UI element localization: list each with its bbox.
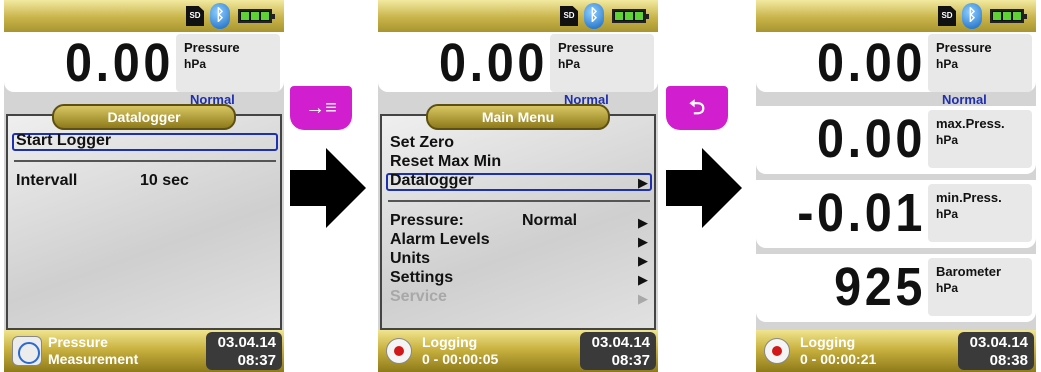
record-icon <box>764 338 790 364</box>
submenu-arrow-icon: ▶ <box>638 234 648 249</box>
device-screen-main-menu: SD ᛒ 0.00 Pressure hPa Normal Main Menu … <box>378 0 658 372</box>
quantity-label: Barometer <box>936 264 1002 279</box>
min-pressure-reading: -0.01 min.Press. hPa <box>756 180 1036 248</box>
time-label: 08:38 <box>989 352 1028 369</box>
device-screen-datalogger: SD ᛒ 0.00 Pressure hPa Normal Datalogger… <box>4 0 284 372</box>
interval-value[interactable]: 10 sec <box>140 172 189 190</box>
bluetooth-icon: ᛒ <box>962 3 982 29</box>
unit-box: Barometer hPa <box>928 258 1032 316</box>
footer-line1: Pressure <box>48 334 108 350</box>
time-label: 08:37 <box>611 352 650 369</box>
back-key[interactable]: ⮌ <box>666 86 728 130</box>
unit-box: Pressure hPa <box>550 34 654 92</box>
divider <box>388 200 650 202</box>
max-pressure-reading: 0.00 max.Press. hPa <box>756 106 1036 174</box>
menu-item-start-logger[interactable]: Start Logger <box>16 132 111 150</box>
unit-box: Pressure hPa <box>176 34 280 92</box>
quantity-label: Pressure <box>184 40 240 55</box>
unit-box: min.Press. hPa <box>928 184 1032 242</box>
time-label: 08:37 <box>237 352 276 369</box>
date-label: 03.04.14 <box>217 334 276 351</box>
menu-title: Datalogger <box>52 104 236 130</box>
unit-label: hPa <box>936 133 959 147</box>
pressure-value: 0.00 <box>65 33 174 93</box>
record-icon <box>386 338 412 364</box>
quantity-label: Pressure <box>936 40 992 55</box>
battery-icon <box>990 9 1027 23</box>
menu-title: Main Menu <box>426 104 610 130</box>
pressure-reading: 0.00 Pressure hPa <box>378 32 658 93</box>
datalogger-panel: Start Logger Intervall 10 sec <box>6 114 282 330</box>
unit-label: hPa <box>936 281 959 295</box>
sd-card-icon: SD <box>560 6 578 26</box>
menu-item-set-zero[interactable]: Set Zero <box>390 134 454 152</box>
submenu-arrow-icon: ▶ <box>638 291 648 306</box>
unit-box: Pressure hPa <box>928 34 1032 92</box>
bluetooth-icon: ᛒ <box>584 3 604 29</box>
min-pressure-value: -0.01 <box>797 183 926 243</box>
arrow-right-icon <box>666 148 746 228</box>
submenu-arrow-icon: ▶ <box>638 175 648 190</box>
enter-key[interactable]: →≡ <box>290 86 352 130</box>
date-label: 03.04.14 <box>969 334 1028 351</box>
pressure-reading: 0.00 Pressure hPa <box>4 32 284 93</box>
sd-card-icon: SD <box>186 6 204 26</box>
battery-icon <box>612 9 649 23</box>
battery-icon <box>238 9 275 23</box>
footer-line2: 0 - 00:00:05 <box>422 351 499 367</box>
unit-label: hPa <box>558 57 581 71</box>
status-bar: SD ᛒ <box>378 0 658 32</box>
footer-bar: Pressure Measurement 03.04.14 08:37 <box>4 330 284 372</box>
footer-bar: Logging 0 - 00:00:05 03.04.14 08:37 <box>378 330 658 372</box>
menu-item-pressure[interactable]: Pressure: <box>390 212 464 230</box>
status-bar: SD ᛒ <box>756 0 1036 32</box>
footer-line2: 0 - 00:00:21 <box>800 351 877 367</box>
arrow-right-icon <box>290 148 370 228</box>
main-menu-panel: Set Zero Reset Max Min Datalogger ▶ Pres… <box>380 114 656 330</box>
bluetooth-icon: ᛒ <box>210 3 230 29</box>
datetime-box: 03.04.14 08:37 <box>206 332 282 370</box>
pressure-value: 0.00 <box>439 33 548 93</box>
pressure-mode-value: Normal <box>522 212 578 229</box>
max-pressure-value: 0.00 <box>817 109 926 169</box>
menu-item-reset-max-min[interactable]: Reset Max Min <box>390 153 501 171</box>
sd-card-icon: SD <box>938 6 956 26</box>
datetime-box: 03.04.14 08:38 <box>958 332 1034 370</box>
interval-label: Intervall <box>16 172 78 189</box>
device-screen-readings: SD ᛒ 0.00 Pressure hPa Normal 0.00 max.P… <box>756 0 1036 372</box>
barometer-reading: 925 Barometer hPa <box>756 254 1036 322</box>
datetime-box: 03.04.14 08:37 <box>580 332 656 370</box>
footer-bar: Logging 0 - 00:00:21 03.04.14 08:38 <box>756 330 1036 372</box>
pressure-value: 0.00 <box>817 33 926 93</box>
menu-item-settings[interactable]: Settings <box>390 269 453 287</box>
submenu-arrow-icon: ▶ <box>638 215 648 230</box>
pressure-reading: 0.00 Pressure hPa <box>756 32 1036 93</box>
menu-item-service: Service <box>390 288 447 305</box>
unit-label: hPa <box>936 57 959 71</box>
submenu-arrow-icon: ▶ <box>638 253 648 268</box>
unit-box: max.Press. hPa <box>928 110 1032 168</box>
footer-line1: Logging <box>800 334 856 350</box>
unit-label: hPa <box>936 207 959 221</box>
quantity-label: min.Press. <box>936 190 1002 205</box>
footer-line1: Logging <box>422 334 478 350</box>
barometer-value: 925 <box>834 257 926 317</box>
menu-item-units[interactable]: Units <box>390 250 430 268</box>
gauge-icon <box>12 336 42 366</box>
quantity-label: Pressure <box>558 40 614 55</box>
date-label: 03.04.14 <box>591 334 650 351</box>
quantity-label: max.Press. <box>936 116 1005 131</box>
mode-label: Normal <box>942 92 987 107</box>
menu-item-datalogger[interactable]: Datalogger <box>390 172 474 190</box>
divider <box>14 160 276 162</box>
submenu-arrow-icon: ▶ <box>638 272 648 287</box>
status-bar: SD ᛒ <box>4 0 284 32</box>
menu-item-alarm-levels[interactable]: Alarm Levels <box>390 231 490 249</box>
footer-line2: Measurement <box>48 351 139 367</box>
unit-label: hPa <box>184 57 207 71</box>
